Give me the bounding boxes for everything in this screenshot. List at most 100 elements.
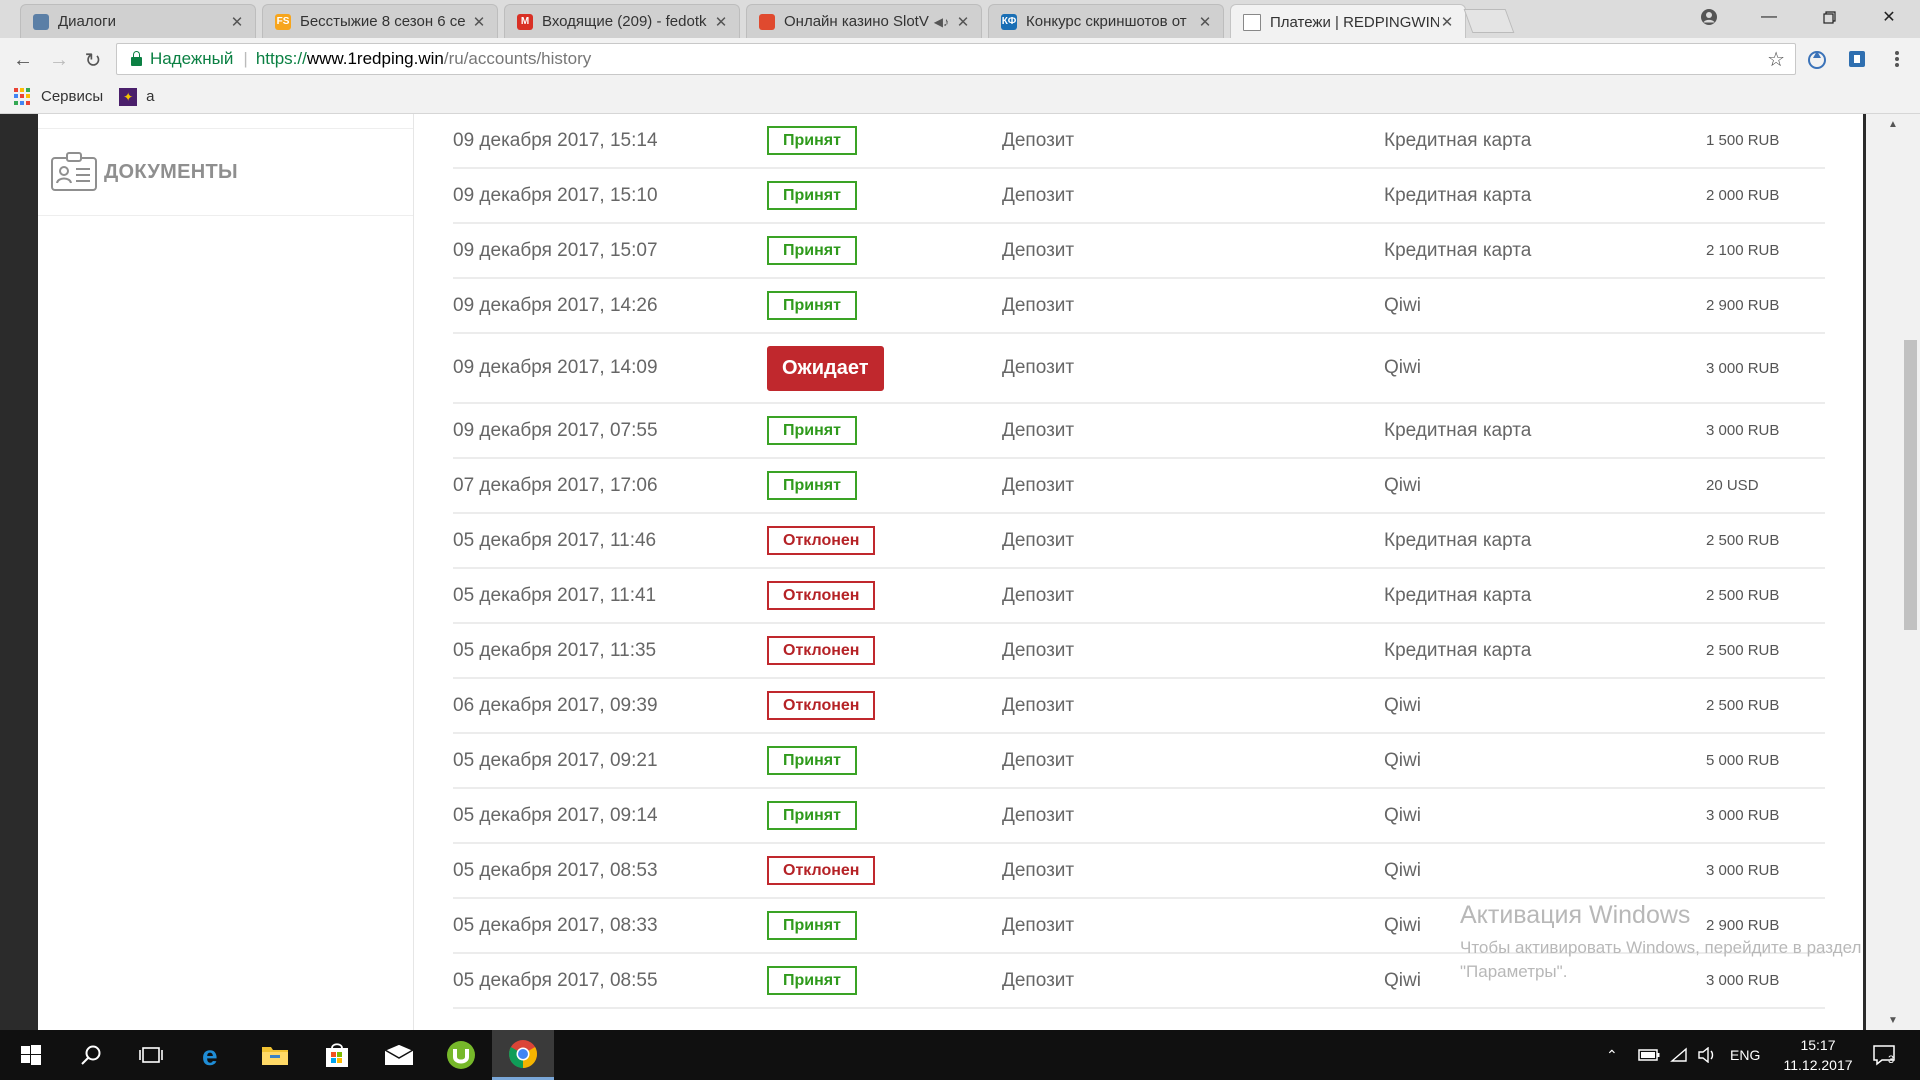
battery-icon[interactable] — [1638, 1030, 1660, 1080]
payment-method: Qiwi — [1384, 804, 1421, 826]
reload-button[interactable]: ↻ — [80, 47, 106, 73]
browser-tab[interactable]: FS Бесстыжие 8 сезон 6 се ✕ — [262, 4, 498, 38]
transaction-amount: 2 500 RUB — [1706, 697, 1780, 714]
tab-close-icon[interactable]: ✕ — [1197, 13, 1213, 31]
apps-icon — [14, 87, 32, 106]
table-row: 09 декабря 2017, 15:10 Принят Депозит Креди… — [453, 169, 1825, 224]
task-view-icon[interactable] — [120, 1030, 182, 1080]
volume-icon[interactable] — [1698, 1030, 1716, 1080]
profile-icon[interactable] — [1680, 0, 1738, 34]
table-row: 05 декабря 2017, 08:53 Отклонен Депозит Qiw… — [453, 844, 1825, 899]
transaction-date: 06 декабря 2017, 09:39 — [453, 694, 658, 716]
edge-icon[interactable]: e — [182, 1030, 244, 1080]
tab-audio-icon[interactable]: ◀♪ — [934, 15, 949, 29]
transaction-type: Депозит — [1002, 184, 1075, 206]
minimize-button[interactable]: — — [1740, 0, 1798, 34]
extension-drop-icon[interactable] — [1806, 48, 1828, 70]
wifi-icon[interactable] — [1670, 1030, 1688, 1080]
scroll-up-arrow-icon[interactable]: ▲ — [1866, 114, 1920, 134]
taskbar-clock[interactable]: 15:17 11.12.2017 — [1770, 1035, 1866, 1075]
windows-start-icon[interactable] — [0, 1030, 62, 1080]
payment-method: Кредитная карта — [1384, 529, 1532, 551]
browser-tab[interactable]: КФ Конкурс скриншотов от ✕ — [988, 4, 1224, 38]
table-row: 09 декабря 2017, 07:55 Принят Депозит Креди… — [453, 404, 1825, 459]
mail-icon[interactable] — [368, 1030, 430, 1080]
bookmark-label: Сервисы — [41, 88, 104, 105]
scrollbar-thumb[interactable] — [1904, 340, 1917, 630]
transactions-table: 09 декабря 2017, 15:14 Принят Депозит Креди… — [453, 114, 1825, 1030]
transaction-type: Депозит — [1002, 239, 1075, 261]
transaction-date: 05 декабря 2017, 08:55 — [453, 969, 658, 991]
status-badge: Принят — [767, 801, 857, 830]
status-badge: Принят — [767, 746, 857, 775]
transaction-date: 09 декабря 2017, 07:55 — [453, 419, 658, 441]
transaction-status: Принят — [767, 789, 857, 842]
transaction-amount: 2 500 RUB — [1706, 532, 1780, 549]
back-button[interactable]: ← — [10, 47, 36, 73]
tab-close-icon[interactable]: ✕ — [713, 13, 729, 31]
notifications-icon[interactable]: 3 — [1872, 1030, 1895, 1080]
transaction-status: Принят — [767, 734, 857, 787]
transaction-status: Отклонен — [767, 624, 876, 677]
restore-button[interactable] — [1800, 0, 1858, 34]
transaction-type: Депозит — [1002, 419, 1075, 441]
transaction-amount: 1 500 RUB — [1706, 132, 1780, 149]
transaction-status: Отклонен — [767, 679, 876, 732]
payment-method: Qiwi — [1384, 294, 1421, 316]
browser-tab[interactable]: Диалоги ✕ — [20, 4, 256, 38]
file-explorer-icon[interactable] — [244, 1030, 306, 1080]
table-row: 09 декабря 2017, 14:09 Ожидает Депозит Qiwi… — [453, 334, 1825, 404]
bookmark-apps[interactable]: Сервисы — [0, 87, 104, 106]
transaction-type: Депозит — [1002, 804, 1075, 826]
store-icon[interactable] — [306, 1030, 368, 1080]
payment-method: Кредитная карта — [1384, 129, 1532, 151]
browser-tab[interactable]: Онлайн казино SlotV ◀♪ ✕ — [746, 4, 982, 38]
transaction-type: Депозит — [1002, 914, 1075, 936]
transaction-amount: 3 000 RUB — [1706, 422, 1780, 439]
bookmark-star-icon[interactable]: ☆ — [1767, 47, 1785, 72]
url-path: /ru/accounts/history — [443, 49, 592, 68]
windows-activation-watermark: Активация Windows Чтобы активировать Win… — [1460, 901, 1861, 984]
tab-favicon-icon — [759, 13, 775, 30]
bookmark-a[interactable]: ✦ a — [119, 87, 155, 106]
status-badge: Отклонен — [767, 691, 876, 720]
payment-method: Qiwi — [1384, 969, 1421, 991]
close-window-button[interactable]: ✕ — [1860, 0, 1918, 34]
scroll-down-arrow-icon[interactable]: ▼ — [1866, 1010, 1920, 1030]
tab-close-icon[interactable]: ✕ — [471, 13, 487, 31]
transaction-date: 09 декабря 2017, 14:09 — [453, 357, 658, 378]
forward-button[interactable]: → — [46, 47, 72, 73]
extension-blue-icon[interactable] — [1846, 48, 1868, 70]
page-scrollbar[interactable]: ▲ ▼ — [1866, 114, 1920, 1030]
browser-tab[interactable]: M Входящие (209) - fedotk ✕ — [504, 4, 740, 38]
transaction-date: 05 декабря 2017, 08:33 — [453, 914, 658, 936]
new-tab-button[interactable] — [1463, 9, 1515, 33]
transaction-type: Депозит — [1002, 749, 1075, 771]
tab-title: Платежи | REDPINGWIN — [1270, 13, 1439, 31]
transaction-type: Депозит — [1002, 529, 1075, 551]
url-host: www.1redping.win — [306, 49, 444, 68]
browser-toolbar: ← → ↻ Надежный | https://www.1redping.wi… — [0, 38, 1920, 81]
transaction-amount: 2 000 RUB — [1706, 187, 1780, 204]
payment-method: Кредитная карта — [1384, 419, 1532, 441]
chrome-icon[interactable] — [492, 1030, 554, 1080]
transaction-date: 05 декабря 2017, 08:53 — [453, 859, 658, 881]
sidebar-item-documents[interactable]: ДОКУМЕНТЫ — [38, 129, 413, 216]
transaction-date: 09 декабря 2017, 15:07 — [453, 239, 658, 261]
menu-icon[interactable] — [1886, 48, 1908, 70]
transaction-date: 05 декабря 2017, 09:21 — [453, 749, 658, 771]
browser-tab[interactable]: Платежи | REDPINGWIN ✕ — [1230, 4, 1466, 39]
tab-close-icon[interactable]: ✕ — [955, 13, 971, 31]
tab-close-icon[interactable]: ✕ — [229, 13, 245, 31]
search-icon[interactable] — [60, 1030, 122, 1080]
tab-title: Бесстыжие 8 сезон 6 се — [300, 13, 466, 30]
tab-close-icon[interactable]: ✕ — [1439, 13, 1455, 31]
payment-method: Кредитная карта — [1384, 239, 1532, 261]
watermark-title: Активация Windows — [1460, 901, 1691, 929]
language-indicator[interactable]: ENG — [1730, 1030, 1760, 1080]
utorrent-icon[interactable] — [430, 1030, 492, 1080]
tray-overflow-icon[interactable]: ⌃ — [1606, 1030, 1618, 1080]
table-row: 09 декабря 2017, 15:07 Принят Депозит Креди… — [453, 224, 1825, 279]
secure-label: Надежный — [150, 49, 234, 68]
address-bar[interactable]: Надежный | https://www.1redping.win/ru/a… — [116, 43, 1796, 75]
